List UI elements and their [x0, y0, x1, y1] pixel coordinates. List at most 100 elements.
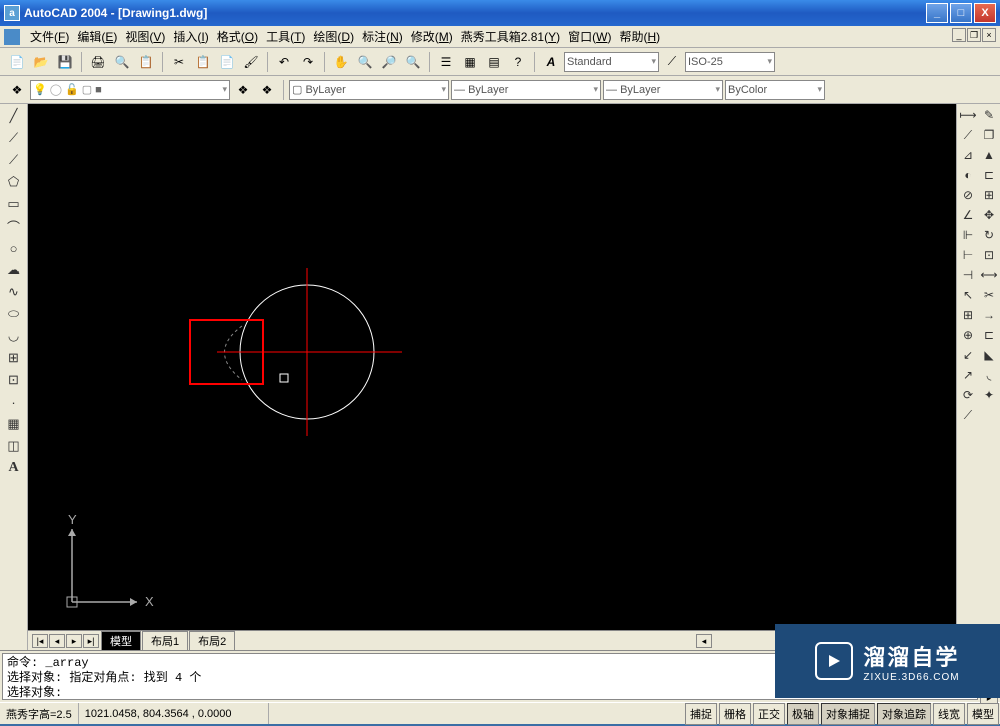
- linetype-select[interactable]: — ByLayer▾: [451, 80, 601, 100]
- layer-select[interactable]: 💡◯🔓▢■▾: [30, 80, 230, 100]
- paste-button[interactable]: 📄: [216, 51, 238, 73]
- menu-f[interactable]: 文件(F): [26, 26, 73, 47]
- tab-next-button[interactable]: ▸: [66, 634, 82, 648]
- dim-angular-button[interactable]: ∠: [958, 206, 978, 224]
- menu-d[interactable]: 绘图(D): [309, 26, 358, 47]
- tolerance-button[interactable]: ⊞: [958, 306, 978, 324]
- menu-app-icon[interactable]: [4, 29, 20, 45]
- dim-ordinate-button[interactable]: ⊿: [958, 146, 978, 164]
- arc-button[interactable]: ⌒: [3, 216, 25, 236]
- point-button[interactable]: ·: [3, 392, 25, 412]
- trim-button[interactable]: ✂: [979, 286, 999, 304]
- undo-button[interactable]: ↶: [273, 51, 295, 73]
- dim-radius-button[interactable]: ◐: [958, 166, 978, 184]
- zoom-rt-button[interactable]: 🔍: [354, 51, 376, 73]
- rotate-button[interactable]: ↻: [979, 226, 999, 244]
- status-toggle-3[interactable]: 极轴: [787, 703, 819, 725]
- plotstyle-select[interactable]: ByColor▾: [725, 80, 825, 100]
- dimstyle-button[interactable]: ⟋: [661, 51, 683, 73]
- move-button[interactable]: ✥: [979, 206, 999, 224]
- dimedit-button[interactable]: ↙: [958, 346, 978, 364]
- tab-last-button[interactable]: ▸|: [83, 634, 99, 648]
- pan-button[interactable]: ✋: [330, 51, 352, 73]
- properties-button[interactable]: ☰: [435, 51, 457, 73]
- hatch-button[interactable]: ▦: [3, 414, 25, 434]
- dim-linear-button[interactable]: ⟼: [958, 106, 978, 124]
- designcenter-button[interactable]: ▦: [459, 51, 481, 73]
- tool-palette-button[interactable]: ▤: [483, 51, 505, 73]
- close-button[interactable]: X: [974, 3, 996, 23]
- copy-button[interactable]: 📋: [192, 51, 214, 73]
- dimstyle-edit-button[interactable]: ⟋: [958, 406, 978, 424]
- menu-y[interactable]: 燕秀工具箱2.81(Y): [457, 26, 564, 47]
- tab-layout1[interactable]: 布局1: [142, 631, 188, 650]
- circle-button[interactable]: ○: [3, 238, 25, 258]
- mdi-close-button[interactable]: ×: [982, 28, 996, 42]
- pline-button[interactable]: ⟋: [3, 150, 25, 170]
- redo-button[interactable]: ↷: [297, 51, 319, 73]
- offset-button[interactable]: ⊏: [979, 166, 999, 184]
- spline-button[interactable]: ∿: [3, 282, 25, 302]
- status-toggle-2[interactable]: 正交: [753, 703, 785, 725]
- dim-diameter-button[interactable]: ⊘: [958, 186, 978, 204]
- tab-layout2[interactable]: 布局2: [189, 631, 235, 650]
- menu-o[interactable]: 格式(O): [213, 26, 262, 47]
- mdi-minimize-button[interactable]: _: [952, 28, 966, 42]
- menu-n[interactable]: 标注(N): [358, 26, 407, 47]
- layer-prev-button[interactable]: ❖: [232, 79, 254, 101]
- erase-button[interactable]: ✎: [979, 106, 999, 124]
- zoom-window-button[interactable]: 🔎: [378, 51, 400, 73]
- ellipse-arc-button[interactable]: ◡: [3, 326, 25, 346]
- leader-button[interactable]: ↖: [958, 286, 978, 304]
- dim-update-button[interactable]: ⟳: [958, 386, 978, 404]
- tab-model[interactable]: 模型: [101, 631, 141, 650]
- mtext-button[interactable]: A: [3, 458, 25, 478]
- menu-h[interactable]: 帮助(H): [615, 26, 664, 47]
- hscroll-left-button[interactable]: ◂: [696, 634, 712, 648]
- dim-continue-button[interactable]: ⊣: [958, 266, 978, 284]
- center-mark-button[interactable]: ⊕: [958, 326, 978, 344]
- insert-block-button[interactable]: ⊞: [3, 348, 25, 368]
- explode-button[interactable]: ✦: [979, 386, 999, 404]
- cut-button[interactable]: ✂: [168, 51, 190, 73]
- menu-e[interactable]: 编辑(E): [73, 26, 121, 47]
- chamfer-button[interactable]: ◣: [979, 346, 999, 364]
- menu-m[interactable]: 修改(M): [407, 26, 457, 47]
- ellipse-button[interactable]: ⬭: [3, 304, 25, 324]
- match-button[interactable]: 🖌: [240, 51, 262, 73]
- line-button[interactable]: ╱: [3, 106, 25, 126]
- dimtedit-button[interactable]: ↗: [958, 366, 978, 384]
- save-button[interactable]: 💾: [54, 51, 76, 73]
- help-button[interactable]: ?: [507, 51, 529, 73]
- copy-obj-button[interactable]: ❐: [979, 126, 999, 144]
- mirror-button[interactable]: ▲: [979, 146, 999, 164]
- minimize-button[interactable]: _: [926, 3, 948, 23]
- status-toggle-6[interactable]: 线宽: [933, 703, 965, 725]
- drawn-arc-dashed[interactable]: [225, 326, 243, 380]
- region-button[interactable]: ◫: [3, 436, 25, 456]
- scale-button[interactable]: ⊡: [979, 246, 999, 264]
- menu-i[interactable]: 插入(I): [169, 26, 212, 47]
- tab-prev-button[interactable]: ◂: [49, 634, 65, 648]
- zoom-prev-button[interactable]: 🔍: [402, 51, 424, 73]
- drawing-canvas[interactable]: X Y: [28, 104, 956, 630]
- make-block-button[interactable]: ⊡: [3, 370, 25, 390]
- xline-button[interactable]: ⟋: [3, 128, 25, 148]
- tab-first-button[interactable]: |◂: [32, 634, 48, 648]
- rectangle-button[interactable]: ▭: [3, 194, 25, 214]
- status-toggle-4[interactable]: 对象捕捉: [821, 703, 875, 725]
- extend-button[interactable]: →: [979, 306, 999, 324]
- status-toggle-5[interactable]: 对象追踪: [877, 703, 931, 725]
- lineweight-select[interactable]: — ByLayer▾: [603, 80, 723, 100]
- dim-aligned-button[interactable]: ⟋: [958, 126, 978, 144]
- fillet-button[interactable]: ◟: [979, 366, 999, 384]
- qdim-button[interactable]: ⊩: [958, 226, 978, 244]
- status-toggle-7[interactable]: 模型: [967, 703, 999, 725]
- layer-state-button[interactable]: ❖: [256, 79, 278, 101]
- open-button[interactable]: 📂: [30, 51, 52, 73]
- layer-manager-button[interactable]: ❖: [6, 79, 28, 101]
- print-button[interactable]: 🖨: [87, 51, 109, 73]
- status-toggle-1[interactable]: 栅格: [719, 703, 751, 725]
- publish-button[interactable]: 📋: [135, 51, 157, 73]
- status-toggle-0[interactable]: 捕捉: [685, 703, 717, 725]
